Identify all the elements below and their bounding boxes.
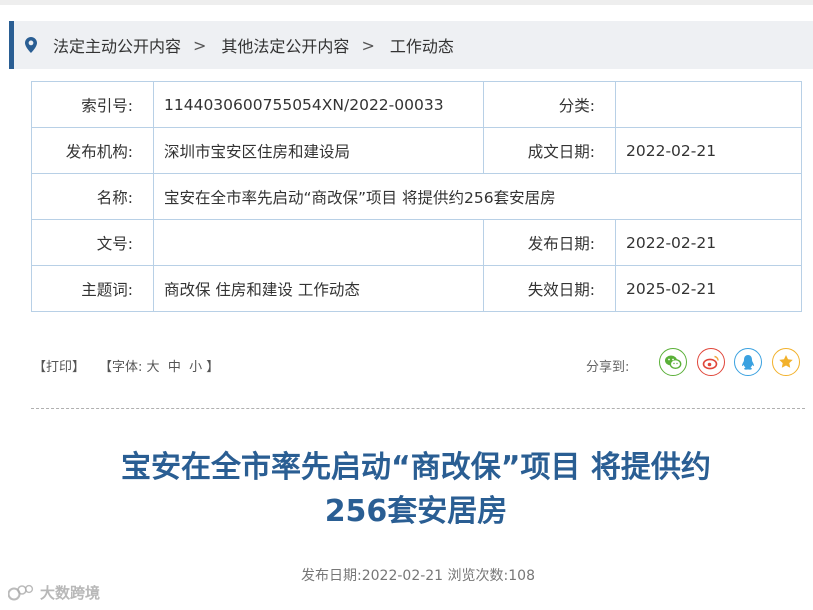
publisher-value: 深圳市宝安区住房和建设局: [153, 127, 484, 174]
watermark-text: 大数跨境: [40, 584, 101, 602]
wechat-icon[interactable]: [659, 348, 687, 376]
expire-date-value: 2025-02-21: [615, 265, 802, 312]
share-label: 分享到:: [586, 360, 630, 375]
expire-date-label: 失效日期:: [483, 265, 616, 312]
index-label: 索引号:: [31, 81, 154, 128]
article-title-line-1: 宝安在全市率先启动“商改保”项目 将提供约: [121, 450, 711, 485]
created-date-label: 成文日期:: [483, 127, 616, 174]
watermark-logo-icon: [8, 584, 36, 602]
name-label: 名称:: [31, 173, 154, 220]
article-title-line-2: 256套安居房: [324, 494, 508, 529]
font-size-suffix: 】: [206, 360, 220, 375]
watermark: 大数跨境: [8, 582, 100, 603]
font-size-small-button[interactable]: 小: [189, 360, 202, 375]
keywords-label: 主题词:: [31, 265, 154, 312]
content-divider: [31, 408, 805, 409]
breadcrumb-item-work-news[interactable]: 工作动态: [390, 33, 454, 57]
name-value: 宝安在全市率先启动“商改保”项目 将提供约256套安居房: [153, 173, 802, 220]
meta-row-keywords: 主题词: 商改保 住房和建设 工作动态 失效日期: 2025-02-21: [31, 265, 802, 312]
breadcrumb: 法定主动公开内容 > 其他法定公开内容 > 工作动态: [9, 21, 813, 69]
chevron-right-icon: >: [361, 35, 375, 55]
document-meta-table: 索引号: 1144030600755054XN/2022-00033 分类: 发…: [31, 81, 802, 312]
top-strip: [0, 0, 813, 5]
article-toolbar: 【打印】 【字体: 大 中 小 】 分享到:: [33, 348, 801, 376]
font-size-large-button[interactable]: 大: [147, 360, 160, 375]
created-date-value: 2022-02-21: [615, 127, 802, 174]
qq-icon[interactable]: [734, 348, 762, 376]
docno-label: 文号:: [31, 219, 154, 266]
font-size-prefix: 【字体:: [99, 360, 143, 375]
location-pin-icon: [25, 37, 37, 53]
meta-row-publisher: 发布机构: 深圳市宝安区住房和建设局 成文日期: 2022-02-21: [31, 127, 802, 174]
print-button[interactable]: 【打印】: [33, 356, 85, 375]
meta-row-name: 名称: 宝安在全市率先启动“商改保”项目 将提供约256套安居房: [31, 173, 802, 220]
meta-row-index: 索引号: 1144030600755054XN/2022-00033 分类:: [31, 81, 802, 128]
qzone-icon[interactable]: [772, 348, 800, 376]
chevron-right-icon: >: [193, 35, 207, 55]
breadcrumb-item-active-disclosure[interactable]: 法定主动公开内容: [53, 33, 181, 57]
docno-value: [153, 219, 484, 266]
keywords-value: 商改保 住房和建设 工作动态: [153, 265, 484, 312]
publish-date-value: 2022-02-21: [615, 219, 802, 266]
weibo-icon[interactable]: [697, 348, 725, 376]
publish-date-label: 发布日期:: [483, 219, 616, 266]
article-publish-info: 发布日期:2022-02-21 浏览次数:108: [301, 568, 535, 584]
font-size-medium-button[interactable]: 中: [168, 360, 181, 375]
publisher-label: 发布机构:: [31, 127, 154, 174]
font-size-control: 【字体: 大 中 小 】: [99, 356, 219, 375]
category-label: 分类:: [483, 81, 616, 128]
article-title: 宝安在全市率先启动“商改保”项目 将提供约 256套安居房: [31, 446, 801, 534]
breadcrumb-item-other-disclosure[interactable]: 其他法定公开内容: [221, 33, 349, 57]
index-value: 1144030600755054XN/2022-00033: [153, 81, 484, 128]
meta-row-docno: 文号: 发布日期: 2022-02-21: [31, 219, 802, 266]
category-value: [615, 81, 802, 128]
